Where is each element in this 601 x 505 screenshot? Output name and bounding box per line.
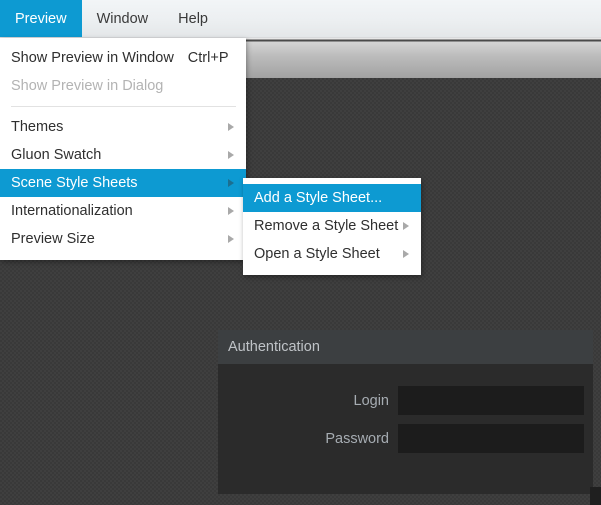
chevron-right-icon: [228, 151, 234, 159]
authentication-panel-title-text: Authentication: [228, 339, 320, 355]
login-input[interactable]: [398, 386, 584, 415]
chevron-right-icon: [228, 179, 234, 187]
menu-item-show-preview-in-window-accelerator: Ctrl+P: [187, 50, 229, 66]
menu-item-show-preview-in-window-label: Show Preview in Window: [11, 50, 174, 66]
menubar-item-window[interactable]: Window: [82, 0, 164, 37]
chevron-right-icon: [228, 123, 234, 131]
menubar-item-help[interactable]: Help: [163, 0, 223, 37]
menu-item-show-preview-in-dialog-label: Show Preview in Dialog: [11, 78, 164, 94]
password-row: Password: [240, 424, 584, 453]
scene-style-sheets-submenu: Add a Style Sheet... Remove a Style Shee…: [243, 178, 421, 275]
menu-item-preview-size-label: Preview Size: [11, 231, 95, 247]
submenu-item-remove-a-style-sheet[interactable]: Remove a Style Sheet: [243, 212, 421, 240]
menu-item-internationalization[interactable]: Internationalization: [0, 197, 246, 225]
submenu-item-add-a-style-sheet-label: Add a Style Sheet...: [254, 190, 383, 206]
menu-item-show-preview-in-window[interactable]: Show Preview in Window Ctrl+P: [0, 44, 246, 72]
menu-item-themes-label: Themes: [11, 119, 64, 135]
chevron-right-icon: [228, 207, 234, 215]
submenu-item-open-a-style-sheet-label: Open a Style Sheet: [254, 246, 380, 262]
menu-item-themes[interactable]: Themes: [0, 113, 246, 141]
menu-bar: Preview Window Help: [0, 0, 601, 38]
submenu-item-add-a-style-sheet[interactable]: Add a Style Sheet...: [243, 184, 421, 212]
preview-dropdown-menu: Show Preview in Window Ctrl+P Show Previ…: [0, 38, 246, 260]
authentication-panel-body: Login Password Validate: [218, 364, 601, 505]
validate-button[interactable]: Validate: [590, 487, 601, 505]
submenu-item-open-a-style-sheet[interactable]: Open a Style Sheet: [243, 240, 421, 268]
menu-separator: [11, 106, 236, 107]
menubar-item-preview-label: Preview: [15, 10, 67, 27]
menu-item-scene-style-sheets[interactable]: Scene Style Sheets: [0, 169, 246, 197]
password-input[interactable]: [398, 424, 584, 453]
login-row: Login: [240, 386, 584, 415]
application-window: Preview Window Help Show Preview in Wind…: [0, 0, 601, 505]
chevron-right-icon: [403, 250, 409, 258]
menu-item-gluon-swatch[interactable]: Gluon Swatch: [0, 141, 246, 169]
menubar-item-window-label: Window: [96, 10, 149, 27]
menu-item-scene-style-sheets-label: Scene Style Sheets: [11, 175, 138, 191]
menu-item-internationalization-label: Internationalization: [11, 203, 133, 219]
authentication-panel-title: Authentication: [218, 330, 593, 364]
menu-item-gluon-swatch-label: Gluon Swatch: [11, 147, 102, 163]
submenu-item-remove-a-style-sheet-label: Remove a Style Sheet: [254, 218, 399, 234]
login-label: Login: [353, 392, 389, 409]
menubar-item-preview[interactable]: Preview: [0, 0, 82, 37]
authentication-panel: Authentication Login Password Validate: [218, 330, 601, 505]
menu-item-show-preview-in-dialog: Show Preview in Dialog: [0, 72, 246, 100]
chevron-right-icon: [403, 222, 409, 230]
menubar-item-help-label: Help: [178, 10, 208, 27]
menu-item-preview-size[interactable]: Preview Size: [0, 225, 246, 253]
password-label: Password: [325, 430, 389, 447]
chevron-right-icon: [228, 235, 234, 243]
